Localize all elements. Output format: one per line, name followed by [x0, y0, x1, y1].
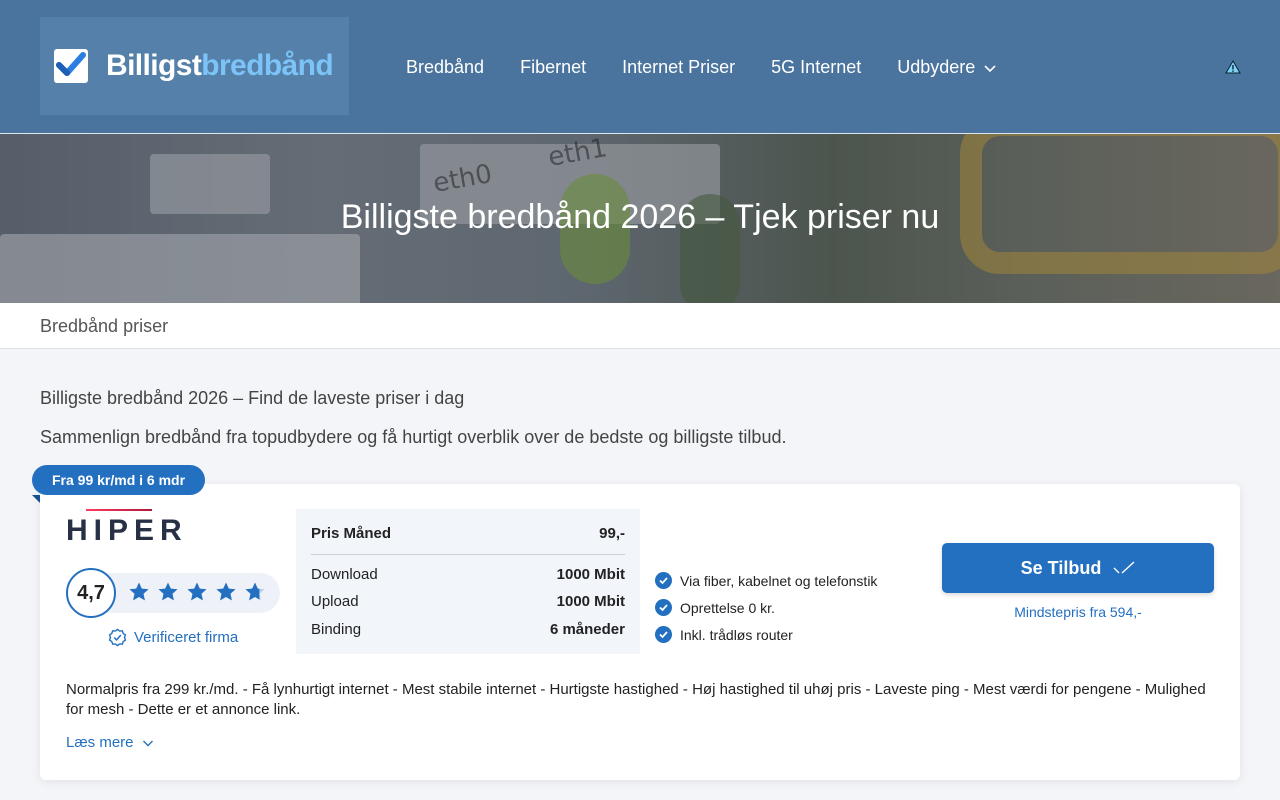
feature-item: Inkl. trådløs router	[655, 621, 877, 648]
chevron-down-icon	[984, 64, 996, 72]
star-icon	[245, 582, 265, 601]
spec-row-binding: Binding 6 måneder	[311, 621, 625, 638]
checkmark-icon	[655, 626, 672, 643]
intro-text: Sammenlign bredbånd fra topudbydere og f…	[40, 427, 787, 447]
main-nav: Bredbånd Fibernet Internet Priser 5G Int…	[406, 57, 997, 78]
see-offer-button[interactable]: Se Tilbud	[942, 543, 1214, 593]
nav-item-internet-priser[interactable]: Internet Priser	[622, 57, 735, 78]
nav-item-udbydere[interactable]: Udbydere	[897, 57, 997, 78]
spec-row-upload: Upload 1000 Mbit	[311, 593, 625, 610]
checkmark-icon	[655, 599, 672, 616]
star-icon	[187, 582, 207, 601]
verified-badge-icon	[108, 628, 127, 647]
nav-item-5g-internet[interactable]: 5G Internet	[771, 57, 861, 78]
read-more-link[interactable]: Læs mere	[66, 734, 154, 751]
feature-list: Via fiber, kabelnet og telefonstik Opret…	[655, 567, 877, 648]
offer-description: Normalpris fra 299 kr./md. - Få lynhurti…	[66, 681, 1206, 718]
breadcrumb: Bredbånd priser	[0, 303, 1280, 349]
price-month-row: Pris Måned 99,-	[311, 525, 625, 542]
min-price-text: Mindstepris fra 594,-	[1014, 604, 1142, 620]
intro-heading: Billigste bredbånd 2026 – Find de lavest…	[40, 388, 465, 408]
page-title: Billigste bredbånd 2026 – Tjek priser nu	[340, 198, 940, 236]
star-icon	[158, 582, 178, 601]
site-header: Billigstbredbånd Bredbånd Fibernet Inter…	[0, 0, 1280, 134]
rating-score: 4,7	[66, 568, 116, 618]
star-icon	[216, 582, 236, 601]
offer-ribbon: Fra 99 kr/md i 6 mdr	[32, 465, 206, 495]
price-specs-table: Pris Måned 99,- Download 1000 Mbit Upload 1…	[296, 509, 640, 654]
checkbox-logo-icon	[54, 49, 88, 83]
logo-text: Billigstbredbånd	[106, 49, 334, 82]
provider-logo[interactable]: HIPER	[66, 509, 188, 548]
breadcrumb-item[interactable]: Bredbånd priser	[40, 316, 168, 337]
star-icon	[129, 582, 149, 601]
rating-stars	[128, 581, 266, 603]
nav-item-fibernet[interactable]: Fibernet	[520, 57, 586, 78]
site-logo[interactable]: Billigstbredbånd	[40, 17, 349, 115]
checkmark-icon	[655, 572, 672, 589]
spec-row-download: Download 1000 Mbit	[311, 566, 625, 583]
verified-firm[interactable]: Verificeret firma	[108, 628, 238, 647]
nav-item-bredband[interactable]: Bredbånd	[406, 57, 484, 78]
ribbon-tail	[32, 495, 40, 503]
hero-banner: eth0 eth1 Billigste bredbånd 2026 – Tjek…	[0, 134, 1280, 303]
feature-item: Oprettelse 0 kr.	[655, 594, 877, 621]
chevron-down-icon	[142, 740, 153, 746]
feature-item: Via fiber, kabelnet og telefonstik	[655, 567, 877, 594]
checkmark-icon	[1113, 561, 1135, 574]
warning-icon	[1225, 60, 1241, 74]
